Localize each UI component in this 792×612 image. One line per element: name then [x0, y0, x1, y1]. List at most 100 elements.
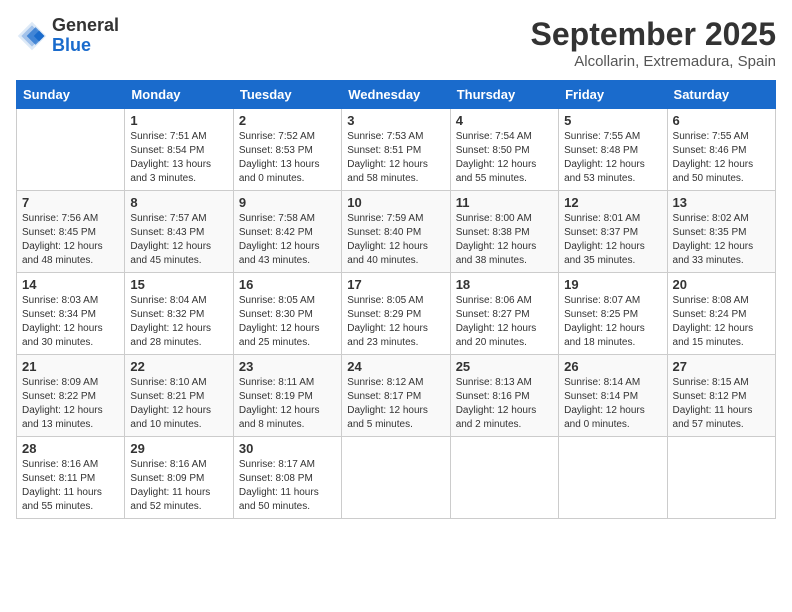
logo-icon [16, 20, 48, 52]
day-number: 22 [130, 359, 227, 374]
day-number: 2 [239, 113, 336, 128]
title-block: September 2025 Alcollarin, Extremadura, … [531, 16, 776, 70]
day-info: Sunrise: 7:54 AM Sunset: 8:50 PM Dayligh… [456, 130, 553, 186]
day-number: 4 [456, 113, 553, 128]
calendar-cell: 17Sunrise: 8:05 AM Sunset: 8:29 PM Dayli… [342, 273, 450, 355]
day-number: 6 [673, 113, 770, 128]
logo-general-text: General [52, 16, 119, 36]
calendar-cell: 22 Sunrise: 8:10 AM Sunset: 8:21 PM Dayli… [125, 355, 233, 437]
day-info: Sunrise: 8:07 AM Sunset: 8:25 PM Dayligh… [564, 294, 661, 350]
day-number: 19 [564, 277, 661, 292]
day-number: 26 [564, 359, 661, 374]
day-number: 29 [130, 441, 227, 456]
page-header: General Blue September 2025 Alcollarin, … [16, 16, 776, 70]
logo-blue-text: Blue [52, 36, 119, 56]
calendar-cell [667, 437, 775, 519]
day-header-thursday: Thursday [450, 81, 558, 109]
calendar-cell [450, 437, 558, 519]
calendar-cell: 26 Sunrise: 8:14 AM Sunset: 8:14 PM Dayli… [559, 355, 667, 437]
day-info: Sunrise: 8:10 AM Sunset: 8:21 PM Dayligh… [130, 376, 227, 432]
calendar-cell: 29Sunrise: 8:16 AM Sunset: 8:09 PM Dayli… [125, 437, 233, 519]
week-row-1: 1 Sunrise: 7:51 AM Sunset: 8:54 PM Daylig… [17, 109, 776, 191]
calendar-cell: 9 Sunrise: 7:58 AM Sunset: 8:42 PM Daylig… [233, 191, 341, 273]
day-info: Sunrise: 8:03 AM Sunset: 8:34 PM Dayligh… [22, 294, 119, 350]
calendar-cell: 2 Sunrise: 7:52 AM Sunset: 8:53 PM Daylig… [233, 109, 341, 191]
location-text: Alcollarin, Extremadura, Spain [531, 53, 776, 70]
calendar-cell: 19 Sunrise: 8:07 AM Sunset: 8:25 PM Dayli… [559, 273, 667, 355]
day-number: 10 [347, 195, 444, 210]
calendar-cell: 11Sunrise: 8:00 AM Sunset: 8:38 PM Dayli… [450, 191, 558, 273]
day-number: 14 [22, 277, 119, 292]
day-info: Sunrise: 8:01 AM Sunset: 8:37 PM Dayligh… [564, 212, 661, 268]
day-info: Sunrise: 8:15 AM Sunset: 8:12 PM Dayligh… [673, 376, 770, 432]
day-number: 18 [456, 277, 553, 292]
day-info: Sunrise: 7:51 AM Sunset: 8:54 PM Dayligh… [130, 130, 227, 186]
week-row-3: 14 Sunrise: 8:03 AM Sunset: 8:34 PM Dayli… [17, 273, 776, 355]
calendar-cell: 15 Sunrise: 8:04 AM Sunset: 8:32 PM Dayli… [125, 273, 233, 355]
day-info: Sunrise: 7:52 AM Sunset: 8:53 PM Dayligh… [239, 130, 336, 186]
day-header-monday: Monday [125, 81, 233, 109]
day-info: Sunrise: 8:17 AM Sunset: 8:08 PM Dayligh… [239, 458, 336, 514]
calendar-table: SundayMondayTuesdayWednesdayThursdayFrid… [16, 80, 776, 519]
day-header-tuesday: Tuesday [233, 81, 341, 109]
calendar-cell: 30 Sunrise: 8:17 AM Sunset: 8:08 PM Dayli… [233, 437, 341, 519]
day-info: Sunrise: 7:57 AM Sunset: 8:43 PM Dayligh… [130, 212, 227, 268]
day-info: Sunrise: 7:56 AM Sunset: 8:45 PM Dayligh… [22, 212, 119, 268]
calendar-cell: 24 Sunrise: 8:12 AM Sunset: 8:17 PM Dayli… [342, 355, 450, 437]
day-number: 24 [347, 359, 444, 374]
day-number: 28 [22, 441, 119, 456]
calendar-cell: 6Sunrise: 7:55 AM Sunset: 8:46 PM Daylig… [667, 109, 775, 191]
calendar-cell [342, 437, 450, 519]
day-info: Sunrise: 7:53 AM Sunset: 8:51 PM Dayligh… [347, 130, 444, 186]
day-info: Sunrise: 7:58 AM Sunset: 8:42 PM Dayligh… [239, 212, 336, 268]
calendar-cell: 27 Sunrise: 8:15 AM Sunset: 8:12 PM Dayli… [667, 355, 775, 437]
calendar-cell: 20Sunrise: 8:08 AM Sunset: 8:24 PM Dayli… [667, 273, 775, 355]
day-info: Sunrise: 8:11 AM Sunset: 8:19 PM Dayligh… [239, 376, 336, 432]
calendar-cell: 7 Sunrise: 7:56 AM Sunset: 8:45 PM Daylig… [17, 191, 125, 273]
calendar-cell [17, 109, 125, 191]
day-number: 25 [456, 359, 553, 374]
day-header-saturday: Saturday [667, 81, 775, 109]
day-info: Sunrise: 8:14 AM Sunset: 8:14 PM Dayligh… [564, 376, 661, 432]
calendar-cell: 3 Sunrise: 7:53 AM Sunset: 8:51 PM Daylig… [342, 109, 450, 191]
day-info: Sunrise: 8:13 AM Sunset: 8:16 PM Dayligh… [456, 376, 553, 432]
day-number: 1 [130, 113, 227, 128]
calendar-cell [559, 437, 667, 519]
day-number: 7 [22, 195, 119, 210]
day-number: 23 [239, 359, 336, 374]
day-number: 30 [239, 441, 336, 456]
day-number: 13 [673, 195, 770, 210]
day-info: Sunrise: 8:12 AM Sunset: 8:17 PM Dayligh… [347, 376, 444, 432]
day-number: 27 [673, 359, 770, 374]
day-number: 15 [130, 277, 227, 292]
week-row-4: 21Sunrise: 8:09 AM Sunset: 8:22 PM Dayli… [17, 355, 776, 437]
day-info: Sunrise: 7:55 AM Sunset: 8:48 PM Dayligh… [564, 130, 661, 186]
day-number: 5 [564, 113, 661, 128]
calendar-cell: 25 Sunrise: 8:13 AM Sunset: 8:16 PM Dayli… [450, 355, 558, 437]
calendar-cell: 14 Sunrise: 8:03 AM Sunset: 8:34 PM Dayli… [17, 273, 125, 355]
month-title: September 2025 [531, 16, 776, 53]
calendar-cell: 18Sunrise: 8:06 AM Sunset: 8:27 PM Dayli… [450, 273, 558, 355]
logo: General Blue [16, 16, 119, 56]
day-number: 9 [239, 195, 336, 210]
day-number: 16 [239, 277, 336, 292]
day-info: Sunrise: 8:04 AM Sunset: 8:32 PM Dayligh… [130, 294, 227, 350]
day-info: Sunrise: 7:59 AM Sunset: 8:40 PM Dayligh… [347, 212, 444, 268]
calendar-cell: 4 Sunrise: 7:54 AM Sunset: 8:50 PM Daylig… [450, 109, 558, 191]
day-number: 8 [130, 195, 227, 210]
day-header-friday: Friday [559, 81, 667, 109]
calendar-cell: 23 Sunrise: 8:11 AM Sunset: 8:19 PM Dayli… [233, 355, 341, 437]
calendar-cell: 12Sunrise: 8:01 AM Sunset: 8:37 PM Dayli… [559, 191, 667, 273]
calendar-cell: 8 Sunrise: 7:57 AM Sunset: 8:43 PM Daylig… [125, 191, 233, 273]
day-number: 20 [673, 277, 770, 292]
calendar-cell: 21Sunrise: 8:09 AM Sunset: 8:22 PM Dayli… [17, 355, 125, 437]
day-number: 21 [22, 359, 119, 374]
day-header-wednesday: Wednesday [342, 81, 450, 109]
calendar-header-row: SundayMondayTuesdayWednesdayThursdayFrid… [17, 81, 776, 109]
day-number: 17 [347, 277, 444, 292]
day-number: 3 [347, 113, 444, 128]
day-info: Sunrise: 8:16 AM Sunset: 8:11 PM Dayligh… [22, 458, 119, 514]
week-row-2: 7 Sunrise: 7:56 AM Sunset: 8:45 PM Daylig… [17, 191, 776, 273]
calendar-cell: 28 Sunrise: 8:16 AM Sunset: 8:11 PM Dayli… [17, 437, 125, 519]
week-row-5: 28 Sunrise: 8:16 AM Sunset: 8:11 PM Dayli… [17, 437, 776, 519]
